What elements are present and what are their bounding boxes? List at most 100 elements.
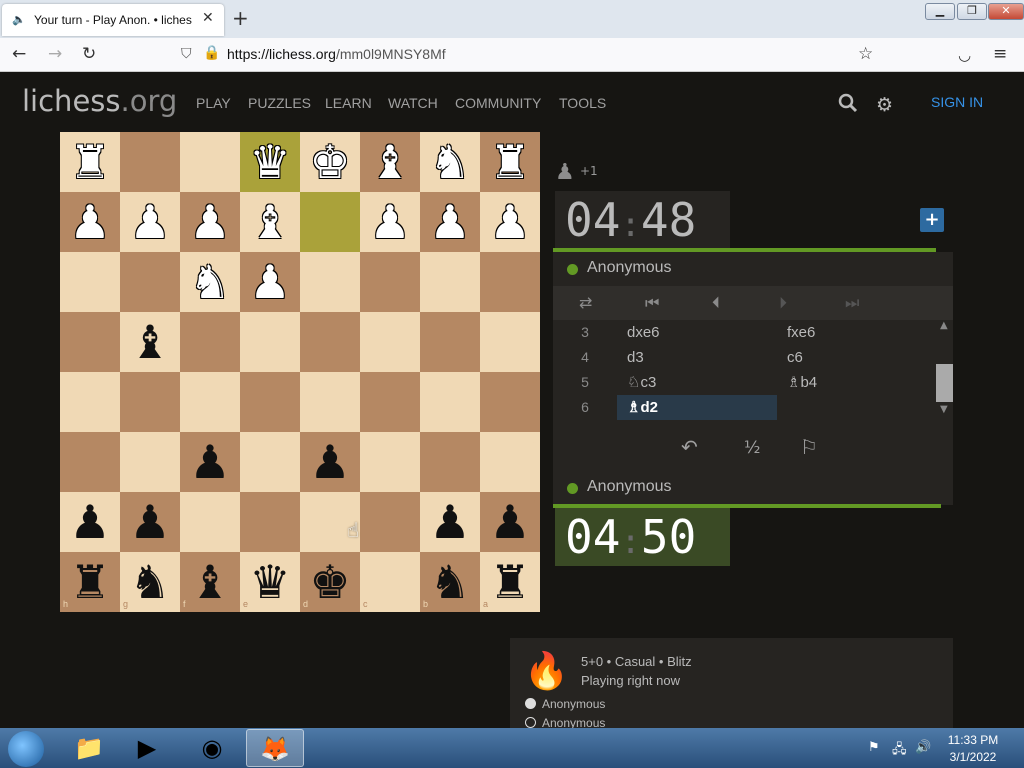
close-tab-icon[interactable]: ✕ (202, 10, 214, 26)
square-h8[interactable]: ♜ (60, 552, 120, 612)
square-b2[interactable]: ♟ (420, 192, 480, 252)
previous-move-icon[interactable]: ⏴ (712, 293, 720, 313)
white-piece-h1[interactable]: ♜ (60, 132, 120, 192)
square-g7[interactable]: ♟ (120, 492, 180, 552)
square-a8[interactable]: ♜ (480, 552, 540, 612)
network-icon[interactable]: 🖧 (892, 740, 907, 762)
square-g5[interactable] (120, 372, 180, 432)
square-c3[interactable] (360, 252, 420, 312)
square-a1[interactable]: ♜ (480, 132, 540, 192)
pocket-save-icon[interactable]: ◡ (958, 46, 971, 64)
square-b5[interactable] (420, 372, 480, 432)
square-f7[interactable] (180, 492, 240, 552)
minimize-button[interactable]: ▁ (925, 3, 955, 20)
square-e6[interactable] (240, 432, 300, 492)
square-h6[interactable] (60, 432, 120, 492)
square-h3[interactable] (60, 252, 120, 312)
square-a2[interactable]: ♟ (480, 192, 540, 252)
square-c5[interactable] (360, 372, 420, 432)
square-b7[interactable]: ♟ (420, 492, 480, 552)
bookmark-star-icon[interactable]: ☆ (858, 44, 873, 64)
shield-icon[interactable]: ⛉ (181, 46, 192, 62)
white-piece-b1[interactable]: ♞ (420, 132, 480, 192)
white-piece-g2[interactable]: ♟ (120, 192, 180, 252)
white-piece-a1[interactable]: ♜ (480, 132, 540, 192)
next-move-icon[interactable]: ⏵ (779, 293, 787, 313)
square-d3[interactable] (300, 252, 360, 312)
square-c6[interactable] (360, 432, 420, 492)
black-piece-b8[interactable]: ♞ (420, 552, 480, 612)
square-d8[interactable]: ♚ (300, 552, 360, 612)
square-b6[interactable] (420, 432, 480, 492)
url-bar[interactable]: ⛉ 🔒 https://lichess.org/mm0l9MNSY8Mf (175, 42, 895, 68)
black-piece-h8[interactable]: ♜ (60, 552, 120, 612)
square-a3[interactable] (480, 252, 540, 312)
white-piece-c1[interactable]: ♝ (360, 132, 420, 192)
square-d5[interactable] (300, 372, 360, 432)
black-piece-a8[interactable]: ♜ (480, 552, 540, 612)
menu-puzzles[interactable]: PUZZLES (248, 95, 311, 111)
square-d4[interactable] (300, 312, 360, 372)
menu-learn[interactable]: LEARN (325, 95, 372, 111)
square-g4[interactable]: ♝ (120, 312, 180, 372)
black-piece-b7[interactable]: ♟ (420, 492, 480, 552)
resign-flag-icon[interactable]: ⚐ (800, 435, 818, 459)
square-e5[interactable] (240, 372, 300, 432)
white-piece-h2[interactable]: ♟ (60, 192, 120, 252)
menu-tools[interactable]: TOOLS (559, 95, 606, 111)
new-tab-button[interactable]: + (232, 6, 249, 30)
square-g2[interactable]: ♟ (120, 192, 180, 252)
square-e7[interactable] (240, 492, 300, 552)
volume-icon[interactable]: 🔊 (915, 740, 931, 755)
move-list-scrollbar[interactable]: ▲ ▼ (936, 320, 953, 422)
chess-board[interactable]: ♜ ♛ ♚ ♝ ♞ ♜ ♟ ♟ ♟ ♝ ♟ ♟ ♟ ♞ ♟ ♝ ♟ ♟ ♟ ♟ ♟ ♟ ♜ ♞ ♝ ♛ ♚ ♞ ♜ 1 2 3 4 5 6 7 8 h g f… (60, 132, 540, 612)
opponent-name[interactable]: Anonymous (587, 259, 672, 277)
first-move-icon[interactable]: ⏮ (645, 293, 659, 313)
square-e4[interactable] (240, 312, 300, 372)
white-piece-b2[interactable]: ♟ (420, 192, 480, 252)
white-move[interactable]: ♘c3 (617, 370, 777, 395)
square-f3[interactable]: ♞ (180, 252, 240, 312)
lock-icon[interactable]: 🔒 (203, 45, 220, 61)
black-move[interactable] (777, 395, 937, 420)
white-piece-d1[interactable]: ♚ (300, 132, 360, 192)
black-piece-e8[interactable]: ♛ (240, 552, 300, 612)
white-player-entry[interactable]: Anonymous (525, 697, 605, 711)
menu-hamburger-icon[interactable]: ≡ (993, 44, 1007, 64)
black-move[interactable]: ♗b4 (777, 370, 937, 395)
square-f6[interactable]: ♟ (180, 432, 240, 492)
start-button[interactable] (8, 731, 44, 767)
white-move[interactable]: dxe6 (617, 320, 777, 345)
search-icon[interactable] (838, 93, 858, 113)
square-h4[interactable] (60, 312, 120, 372)
square-a6[interactable] (480, 432, 540, 492)
white-piece-e3[interactable]: ♟ (240, 252, 300, 312)
menu-watch[interactable]: WATCH (388, 95, 438, 111)
square-h2[interactable]: ♟ (60, 192, 120, 252)
square-f4[interactable] (180, 312, 240, 372)
black-piece-g8[interactable]: ♞ (120, 552, 180, 612)
chevron-down-icon[interactable]: ▼ (940, 404, 948, 415)
white-piece-f2[interactable]: ♟ (180, 192, 240, 252)
scroll-thumb[interactable] (936, 364, 953, 402)
sign-in-link[interactable]: SIGN IN (931, 94, 983, 110)
square-h7[interactable]: ♟ (60, 492, 120, 552)
square-f1[interactable] (180, 132, 240, 192)
square-f5[interactable] (180, 372, 240, 432)
square-b1[interactable]: ♞ (420, 132, 480, 192)
square-e3[interactable]: ♟ (240, 252, 300, 312)
square-g1[interactable] (120, 132, 180, 192)
square-e2[interactable]: ♝ (240, 192, 300, 252)
speaker-icon[interactable]: 🔈 (12, 13, 26, 26)
white-piece-f3[interactable]: ♞ (180, 252, 240, 312)
square-c8[interactable] (360, 552, 420, 612)
taskbar-date[interactable]: 3/1/2022 (946, 750, 1000, 764)
takeback-icon[interactable]: ↶ (681, 435, 698, 459)
black-piece-h7[interactable]: ♟ (60, 492, 120, 552)
menu-community[interactable]: COMMUNITY (455, 95, 541, 111)
square-d1[interactable]: ♚ (300, 132, 360, 192)
black-piece-d6[interactable]: ♟ (300, 432, 360, 492)
square-a7[interactable]: ♟ (480, 492, 540, 552)
media-player-icon[interactable]: ▶ (118, 729, 176, 767)
action-center-icon[interactable]: ⚑ (868, 740, 880, 755)
